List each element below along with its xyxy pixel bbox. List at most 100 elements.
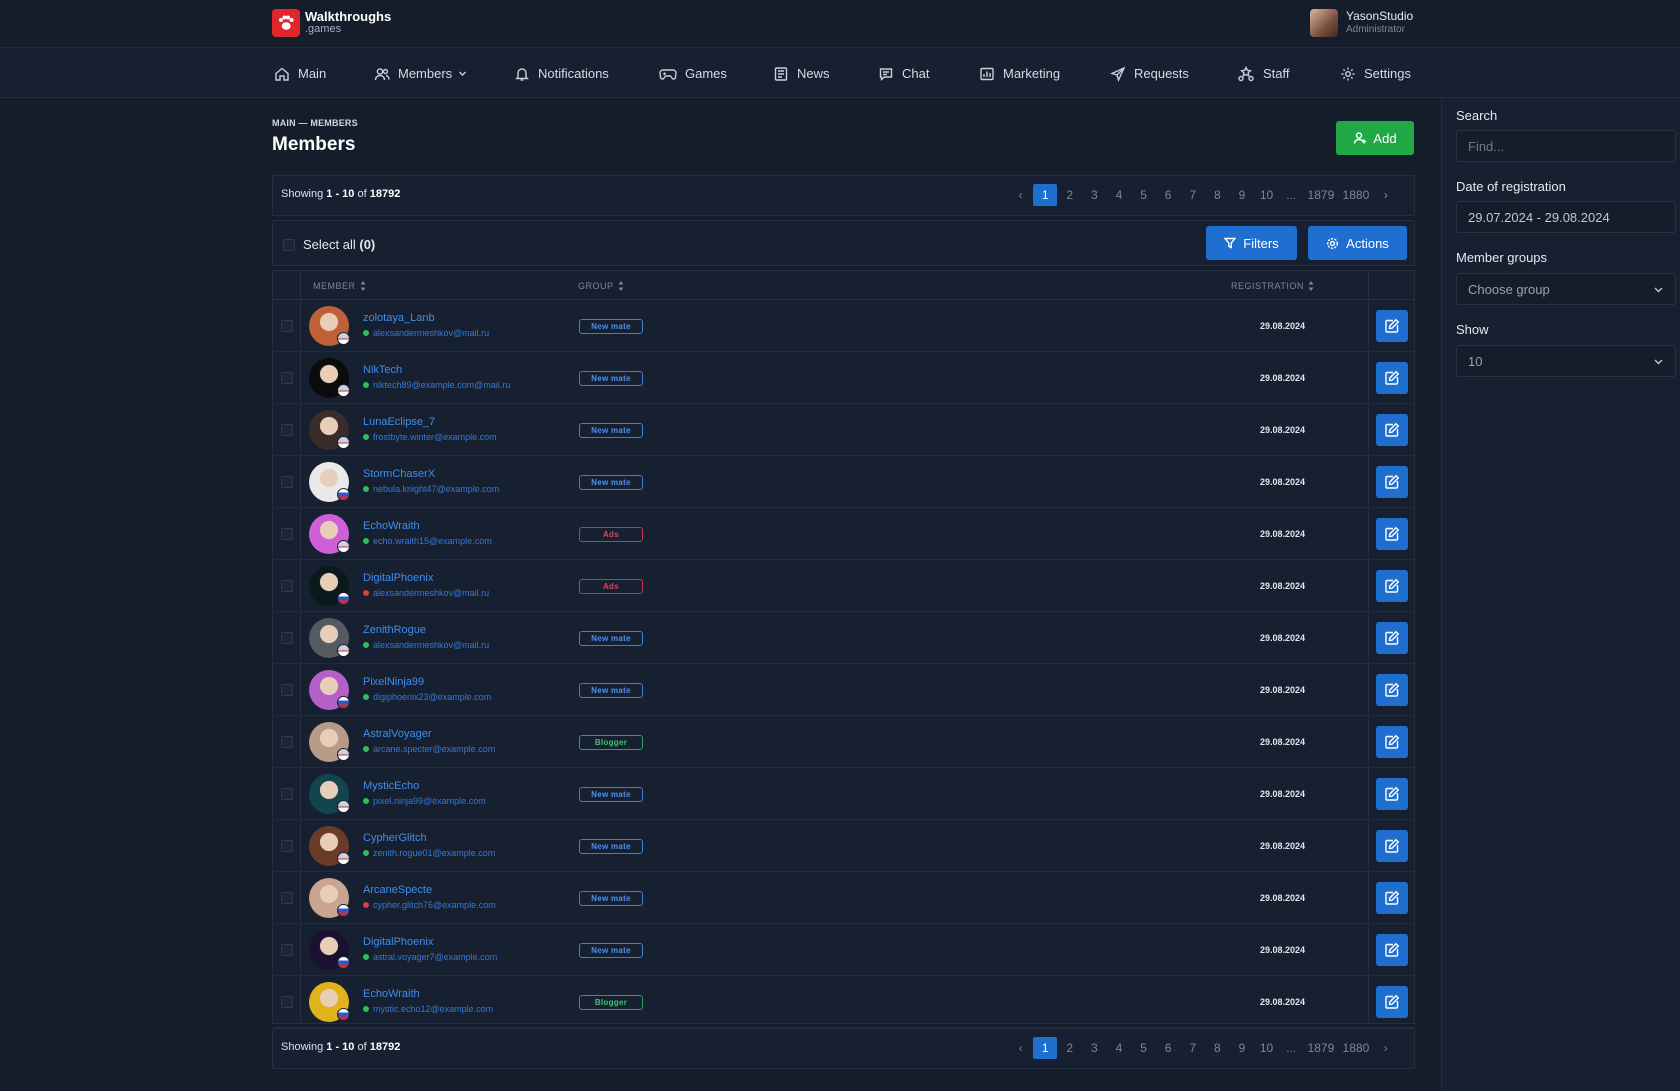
page-1880[interactable]: 1880 <box>1338 184 1373 206</box>
page-1[interactable]: 1 <box>1032 1037 1058 1059</box>
row-checkbox[interactable] <box>281 580 293 592</box>
selected-count: (0) <box>359 237 376 252</box>
table-row: NikTech niktech89@example.com@mail.ru New … <box>273 352 1414 404</box>
page-2[interactable]: 2 <box>1057 184 1082 206</box>
select-all[interactable]: Select all (0) <box>283 237 375 252</box>
nav-item-requests[interactable]: Requests <box>1110 49 1189 98</box>
page-5[interactable]: 5 <box>1131 184 1156 206</box>
nav-item-news[interactable]: News <box>773 49 830 98</box>
page-7[interactable]: 7 <box>1180 1037 1205 1059</box>
next-page-button[interactable]: › <box>1373 1037 1398 1059</box>
member-email: pixel.ninja99@example.com <box>363 796 486 806</box>
row-checkbox[interactable] <box>281 944 293 956</box>
sort-group-header[interactable]: GROUP <box>578 281 624 291</box>
edit-member-button[interactable] <box>1376 934 1408 966</box>
page-3[interactable]: 3 <box>1082 1037 1107 1059</box>
page-6[interactable]: 6 <box>1156 1037 1181 1059</box>
edit-member-button[interactable] <box>1376 674 1408 706</box>
row-checkbox[interactable] <box>281 996 293 1008</box>
row-checkbox[interactable] <box>281 372 293 384</box>
search-input[interactable] <box>1456 130 1676 162</box>
sort-registration-header[interactable]: REGISTRATION <box>1231 281 1314 291</box>
edit-member-button[interactable] <box>1376 986 1408 1018</box>
page-10[interactable]: 10 <box>1254 1037 1279 1059</box>
member-name-link[interactable]: CypherGlitch <box>363 832 427 844</box>
page-8[interactable]: 8 <box>1205 184 1230 206</box>
page-8[interactable]: 8 <box>1205 1037 1230 1059</box>
member-name-link[interactable]: NikTech <box>363 364 402 376</box>
edit-member-button[interactable] <box>1376 778 1408 810</box>
member-name-link[interactable]: MysticEcho <box>363 780 419 792</box>
page-1880[interactable]: 1880 <box>1338 1037 1373 1059</box>
add-member-button[interactable]: Add <box>1336 121 1414 155</box>
member-name-link[interactable]: ZenithRogue <box>363 624 426 636</box>
page-9[interactable]: 9 <box>1230 1037 1255 1059</box>
edit-member-button[interactable] <box>1376 726 1408 758</box>
bulk-actions-bar: Select all (0) Filters Actions <box>272 220 1415 266</box>
prev-page-button[interactable]: ‹ <box>1008 1037 1033 1059</box>
select-all-checkbox[interactable] <box>283 238 295 251</box>
nav-item-members[interactable]: Members <box>374 49 475 98</box>
nav-item-notifications[interactable]: Notifications <box>514 49 609 98</box>
brand-logo[interactable]: Walkthroughs .games <box>272 9 391 37</box>
page-1879[interactable]: 1879 <box>1303 184 1338 206</box>
edit-member-button[interactable] <box>1376 518 1408 550</box>
member-name-link[interactable]: EchoWraith <box>363 520 420 532</box>
edit-member-button[interactable] <box>1376 882 1408 914</box>
page-3[interactable]: 3 <box>1082 184 1107 206</box>
member-name-link[interactable]: DigitalPhoenix <box>363 936 433 948</box>
nav-item-marketing[interactable]: Marketing <box>979 49 1060 98</box>
member-name-link[interactable]: StormChaserX <box>363 468 435 480</box>
page-5[interactable]: 5 <box>1131 1037 1156 1059</box>
edit-member-button[interactable] <box>1376 570 1408 602</box>
member-name-link[interactable]: ArcaneSpecte <box>363 884 432 896</box>
row-checkbox[interactable] <box>281 424 293 436</box>
page-10[interactable]: 10 <box>1254 184 1279 206</box>
page-2[interactable]: 2 <box>1057 1037 1082 1059</box>
row-checkbox[interactable] <box>281 788 293 800</box>
actions-button[interactable]: Actions <box>1308 226 1407 260</box>
edit-member-button[interactable] <box>1376 310 1408 342</box>
nav-label: Notifications <box>538 66 609 81</box>
group-select[interactable]: Choose group <box>1456 273 1676 305</box>
nav-item-chat[interactable]: Chat <box>878 49 929 98</box>
show-select[interactable]: 10 <box>1456 345 1676 377</box>
nav-item-games[interactable]: Games <box>659 49 727 98</box>
member-name-link[interactable]: EchoWraith <box>363 988 420 1000</box>
filters-button[interactable]: Filters <box>1206 226 1297 260</box>
page-6[interactable]: 6 <box>1156 184 1181 206</box>
member-name-link[interactable]: PixelNinja99 <box>363 676 424 688</box>
member-name-link[interactable]: LunaEclipse_7 <box>363 416 435 428</box>
row-checkbox[interactable] <box>281 736 293 748</box>
member-name-link[interactable]: AstralVoyager <box>363 728 431 740</box>
page-7[interactable]: 7 <box>1180 184 1205 206</box>
page-1[interactable]: 1 <box>1032 184 1058 206</box>
prev-page-button[interactable]: ‹ <box>1008 184 1033 206</box>
nav-item-main[interactable]: Main <box>274 49 326 98</box>
edit-member-button[interactable] <box>1376 414 1408 446</box>
page-9[interactable]: 9 <box>1230 184 1255 206</box>
edit-member-button[interactable] <box>1376 466 1408 498</box>
row-checkbox[interactable] <box>281 684 293 696</box>
sort-member-header[interactable]: MEMBER <box>313 281 366 291</box>
row-checkbox[interactable] <box>281 840 293 852</box>
page-1879[interactable]: 1879 <box>1303 1037 1338 1059</box>
date-range-field[interactable]: 29.07.2024 - 29.08.2024 <box>1456 201 1676 233</box>
member-name-link[interactable]: DigitalPhoenix <box>363 572 433 584</box>
next-page-button[interactable]: › <box>1373 184 1398 206</box>
member-name-link[interactable]: zolotaya_Lanb <box>363 312 435 324</box>
page-4[interactable]: 4 <box>1107 1037 1132 1059</box>
row-checkbox[interactable] <box>281 476 293 488</box>
edit-member-button[interactable] <box>1376 362 1408 394</box>
user-menu[interactable]: YasonStudio Administrator <box>1310 9 1413 37</box>
page-4[interactable]: 4 <box>1107 184 1132 206</box>
edit-member-button[interactable] <box>1376 622 1408 654</box>
table-row: zolotaya_Lanb alexsandermeshkov@mail.ru Ne… <box>273 300 1414 352</box>
nav-item-staff[interactable]: Staff <box>1237 49 1290 98</box>
nav-item-settings[interactable]: Settings <box>1340 49 1411 98</box>
row-checkbox[interactable] <box>281 528 293 540</box>
edit-member-button[interactable] <box>1376 830 1408 862</box>
row-checkbox[interactable] <box>281 632 293 644</box>
row-checkbox[interactable] <box>281 892 293 904</box>
row-checkbox[interactable] <box>281 320 293 332</box>
